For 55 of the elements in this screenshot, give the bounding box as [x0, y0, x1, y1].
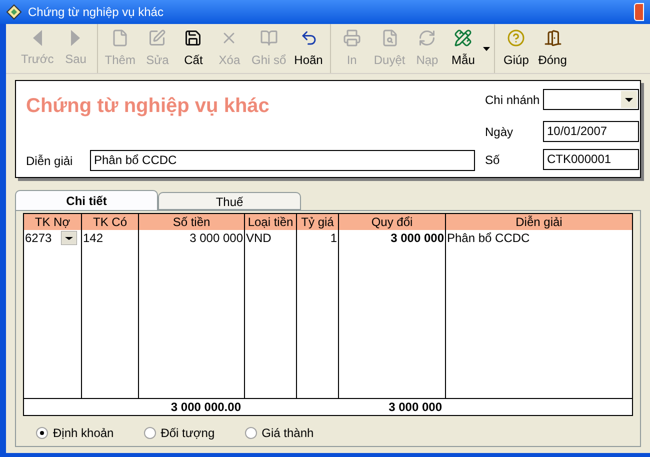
toolbar-button[interactable]: Cất [176, 26, 210, 70]
toolbar-button[interactable]: Giúp [499, 26, 534, 70]
window-title: Chứng từ nghiệp vụ khác [28, 4, 164, 21]
field-label: Diễn giải [26, 152, 74, 170]
table-cell-text: 1 [329, 230, 338, 246]
column-header: TK Có [81, 214, 138, 230]
date-field[interactable]: 10/01/2007 [543, 121, 639, 142]
table-cell-text: 3 000 000 [390, 230, 445, 246]
radio-option[interactable]: Định khoản [36, 424, 114, 442]
left-arrow-icon [32, 30, 42, 46]
column-header: Quy đổi [338, 214, 445, 230]
book-icon [260, 28, 278, 46]
printer-icon [342, 28, 361, 46]
dropdown-arrow-icon[interactable] [61, 231, 77, 245]
table-cell-text: 3 000 000 [188, 230, 244, 246]
radio-button[interactable] [144, 427, 156, 439]
column-header: TK Nợ [34, 214, 72, 230]
toolbar-button[interactable]: Đóng [535, 26, 570, 70]
table-cell-text: Phân bổ CCDC [446, 230, 531, 246]
toolbar-button[interactable]: Hoãn [291, 26, 326, 70]
dropdown-caret-icon[interactable] [483, 46, 490, 50]
total-value: 3 000 000 [388, 400, 442, 414]
number-field[interactable]: CTK000001 [543, 149, 639, 170]
field-label: Chi nhánh [485, 92, 541, 108]
right-arrow-icon [71, 30, 80, 46]
close-button[interactable] [634, 3, 644, 21]
column-header: Diễn giải [445, 214, 632, 230]
branch-dropdown[interactable] [543, 89, 639, 110]
tab[interactable]: Thuế [158, 192, 301, 210]
document-search-icon [380, 28, 399, 46]
undo-icon [300, 28, 318, 46]
field-label: Số [485, 152, 501, 168]
toolbar-button[interactable]: Mẫu [446, 26, 480, 70]
radio-button[interactable] [36, 427, 48, 439]
table-cell-text: 6273 [24, 230, 53, 246]
description-field[interactable]: Phân bổ CCDC [90, 150, 475, 171]
radio-button[interactable] [244, 427, 257, 439]
refresh-icon [418, 28, 436, 46]
radio-option[interactable]: Đối tượng [144, 424, 215, 442]
column-header: Số tiền [138, 214, 244, 230]
table-cell-text: 142 [82, 230, 104, 246]
radio-option[interactable]: Giá thành [244, 424, 314, 442]
form-title: Chứng từ nghiệp vụ khác [26, 94, 270, 119]
column-header: Tỷ giá [296, 214, 338, 230]
tab[interactable]: Chi tiết [15, 190, 158, 210]
total-value: 3 000 000.00 [170, 400, 241, 414]
column-header: Loại tiền [244, 214, 296, 230]
field-label: Ngày [485, 124, 514, 140]
door-icon [544, 28, 562, 46]
ruler-pencil-icon [454, 28, 472, 46]
edit-icon [148, 28, 166, 46]
app-icon [6, 4, 22, 20]
table-cell-text: VND [245, 230, 272, 246]
question-mark-icon [507, 28, 526, 46]
page-icon [111, 28, 130, 46]
